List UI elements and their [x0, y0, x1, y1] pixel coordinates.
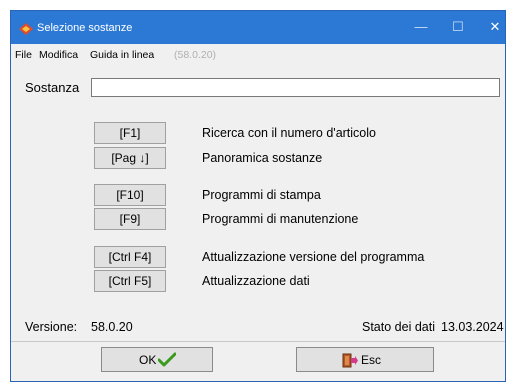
esc-button[interactable]: Esc — [296, 347, 434, 372]
maximize-button[interactable]: ☐ — [448, 17, 468, 37]
f1-description: Ricerca con il numero d'articolo — [202, 126, 376, 140]
close-button[interactable]: ✕ — [485, 17, 505, 37]
data-status-label: Stato dei dati — [362, 320, 435, 334]
title-bar: Selezione sostanze — ☐ ✕ — [11, 11, 505, 44]
ctrl-f4-description: Attualizzazione versione del programma — [202, 250, 425, 264]
f9-button[interactable]: [F9] — [94, 208, 166, 230]
ctrl-f5-description: Attualizzazione dati — [202, 274, 310, 288]
menu-guida[interactable]: Guida in linea — [90, 49, 154, 61]
pagdown-button[interactable]: [Pag ↓] — [94, 147, 166, 169]
ok-button[interactable]: OK — [101, 347, 213, 372]
checkmark-icon — [158, 352, 176, 367]
footer-divider — [11, 341, 505, 342]
esc-label: Esc — [361, 353, 382, 367]
dialog-window: Selezione sostanze — ☐ ✕ File Modifica G… — [10, 10, 506, 382]
version-value: 58.0.20 — [91, 320, 133, 334]
minimize-button[interactable]: — — [411, 17, 431, 37]
sostanza-label: Sostanza — [25, 80, 80, 95]
ctrl-f4-button[interactable]: [Ctrl F4] — [94, 246, 166, 268]
menu-modifica[interactable]: Modifica — [39, 49, 78, 61]
menu-bar: File Modifica Guida in linea (58.0.20) — [11, 44, 505, 66]
ok-label: OK — [139, 353, 157, 367]
pagdown-description: Panoramica sostanze — [202, 151, 323, 165]
menu-version: (58.0.20) — [174, 49, 217, 61]
version-label: Versione: — [25, 320, 78, 334]
f10-description: Programmi di stampa — [202, 188, 321, 202]
f9-description: Programmi di manutenzione — [202, 212, 359, 226]
app-icon — [19, 23, 33, 35]
exit-door-icon — [342, 353, 358, 368]
sostanza-input[interactable] — [91, 78, 500, 97]
f10-button[interactable]: [F10] — [94, 184, 166, 206]
f1-button[interactable]: [F1] — [94, 122, 166, 144]
ctrl-f5-button[interactable]: [Ctrl F5] — [94, 270, 166, 292]
data-status-value: 13.03.2024 — [441, 320, 504, 334]
window-title: Selezione sostanze — [37, 22, 133, 34]
menu-file[interactable]: File — [15, 49, 32, 61]
